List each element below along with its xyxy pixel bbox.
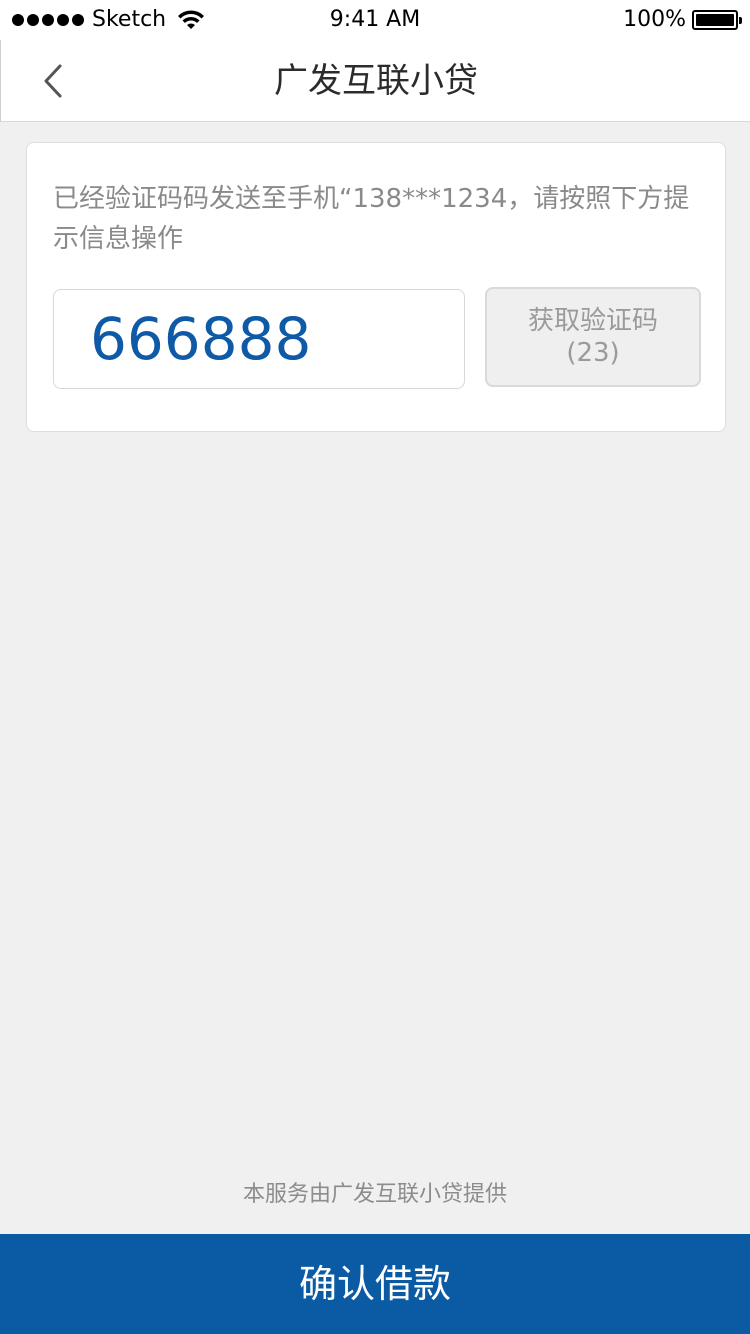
nav-bar: 广发互联小贷 — [0, 40, 750, 122]
get-code-button[interactable]: 获取验证码 (23) — [485, 287, 701, 387]
page-title: 广发互联小贷 — [274, 61, 478, 101]
battery-fill — [696, 14, 734, 26]
battery-percent: 100% — [623, 7, 686, 32]
verification-card: 已经验证码码发送至手机“138***1234，请按照下方提示信息操作 获取验证码… — [26, 142, 726, 432]
confirm-loan-button[interactable]: 确认借款 — [0, 1234, 750, 1334]
verification-message: 已经验证码码发送至手机“138***1234，请按照下方提示信息操作 — [53, 184, 690, 254]
status-right: 100% — [623, 6, 742, 34]
battery-icon — [692, 10, 742, 30]
screen: Sketch 9:41 AM 100% 广发互联小贷 已经验证码码发送至手机“1… — [0, 0, 750, 1334]
verification-code-input[interactable] — [53, 289, 465, 389]
status-bar: Sketch 9:41 AM 100% — [0, 0, 750, 40]
get-code-label: 获取验证码 — [527, 306, 658, 336]
countdown-label: (23) — [566, 338, 620, 368]
provider-note: 本服务由广发互联小贷提供 — [242, 1182, 507, 1207]
